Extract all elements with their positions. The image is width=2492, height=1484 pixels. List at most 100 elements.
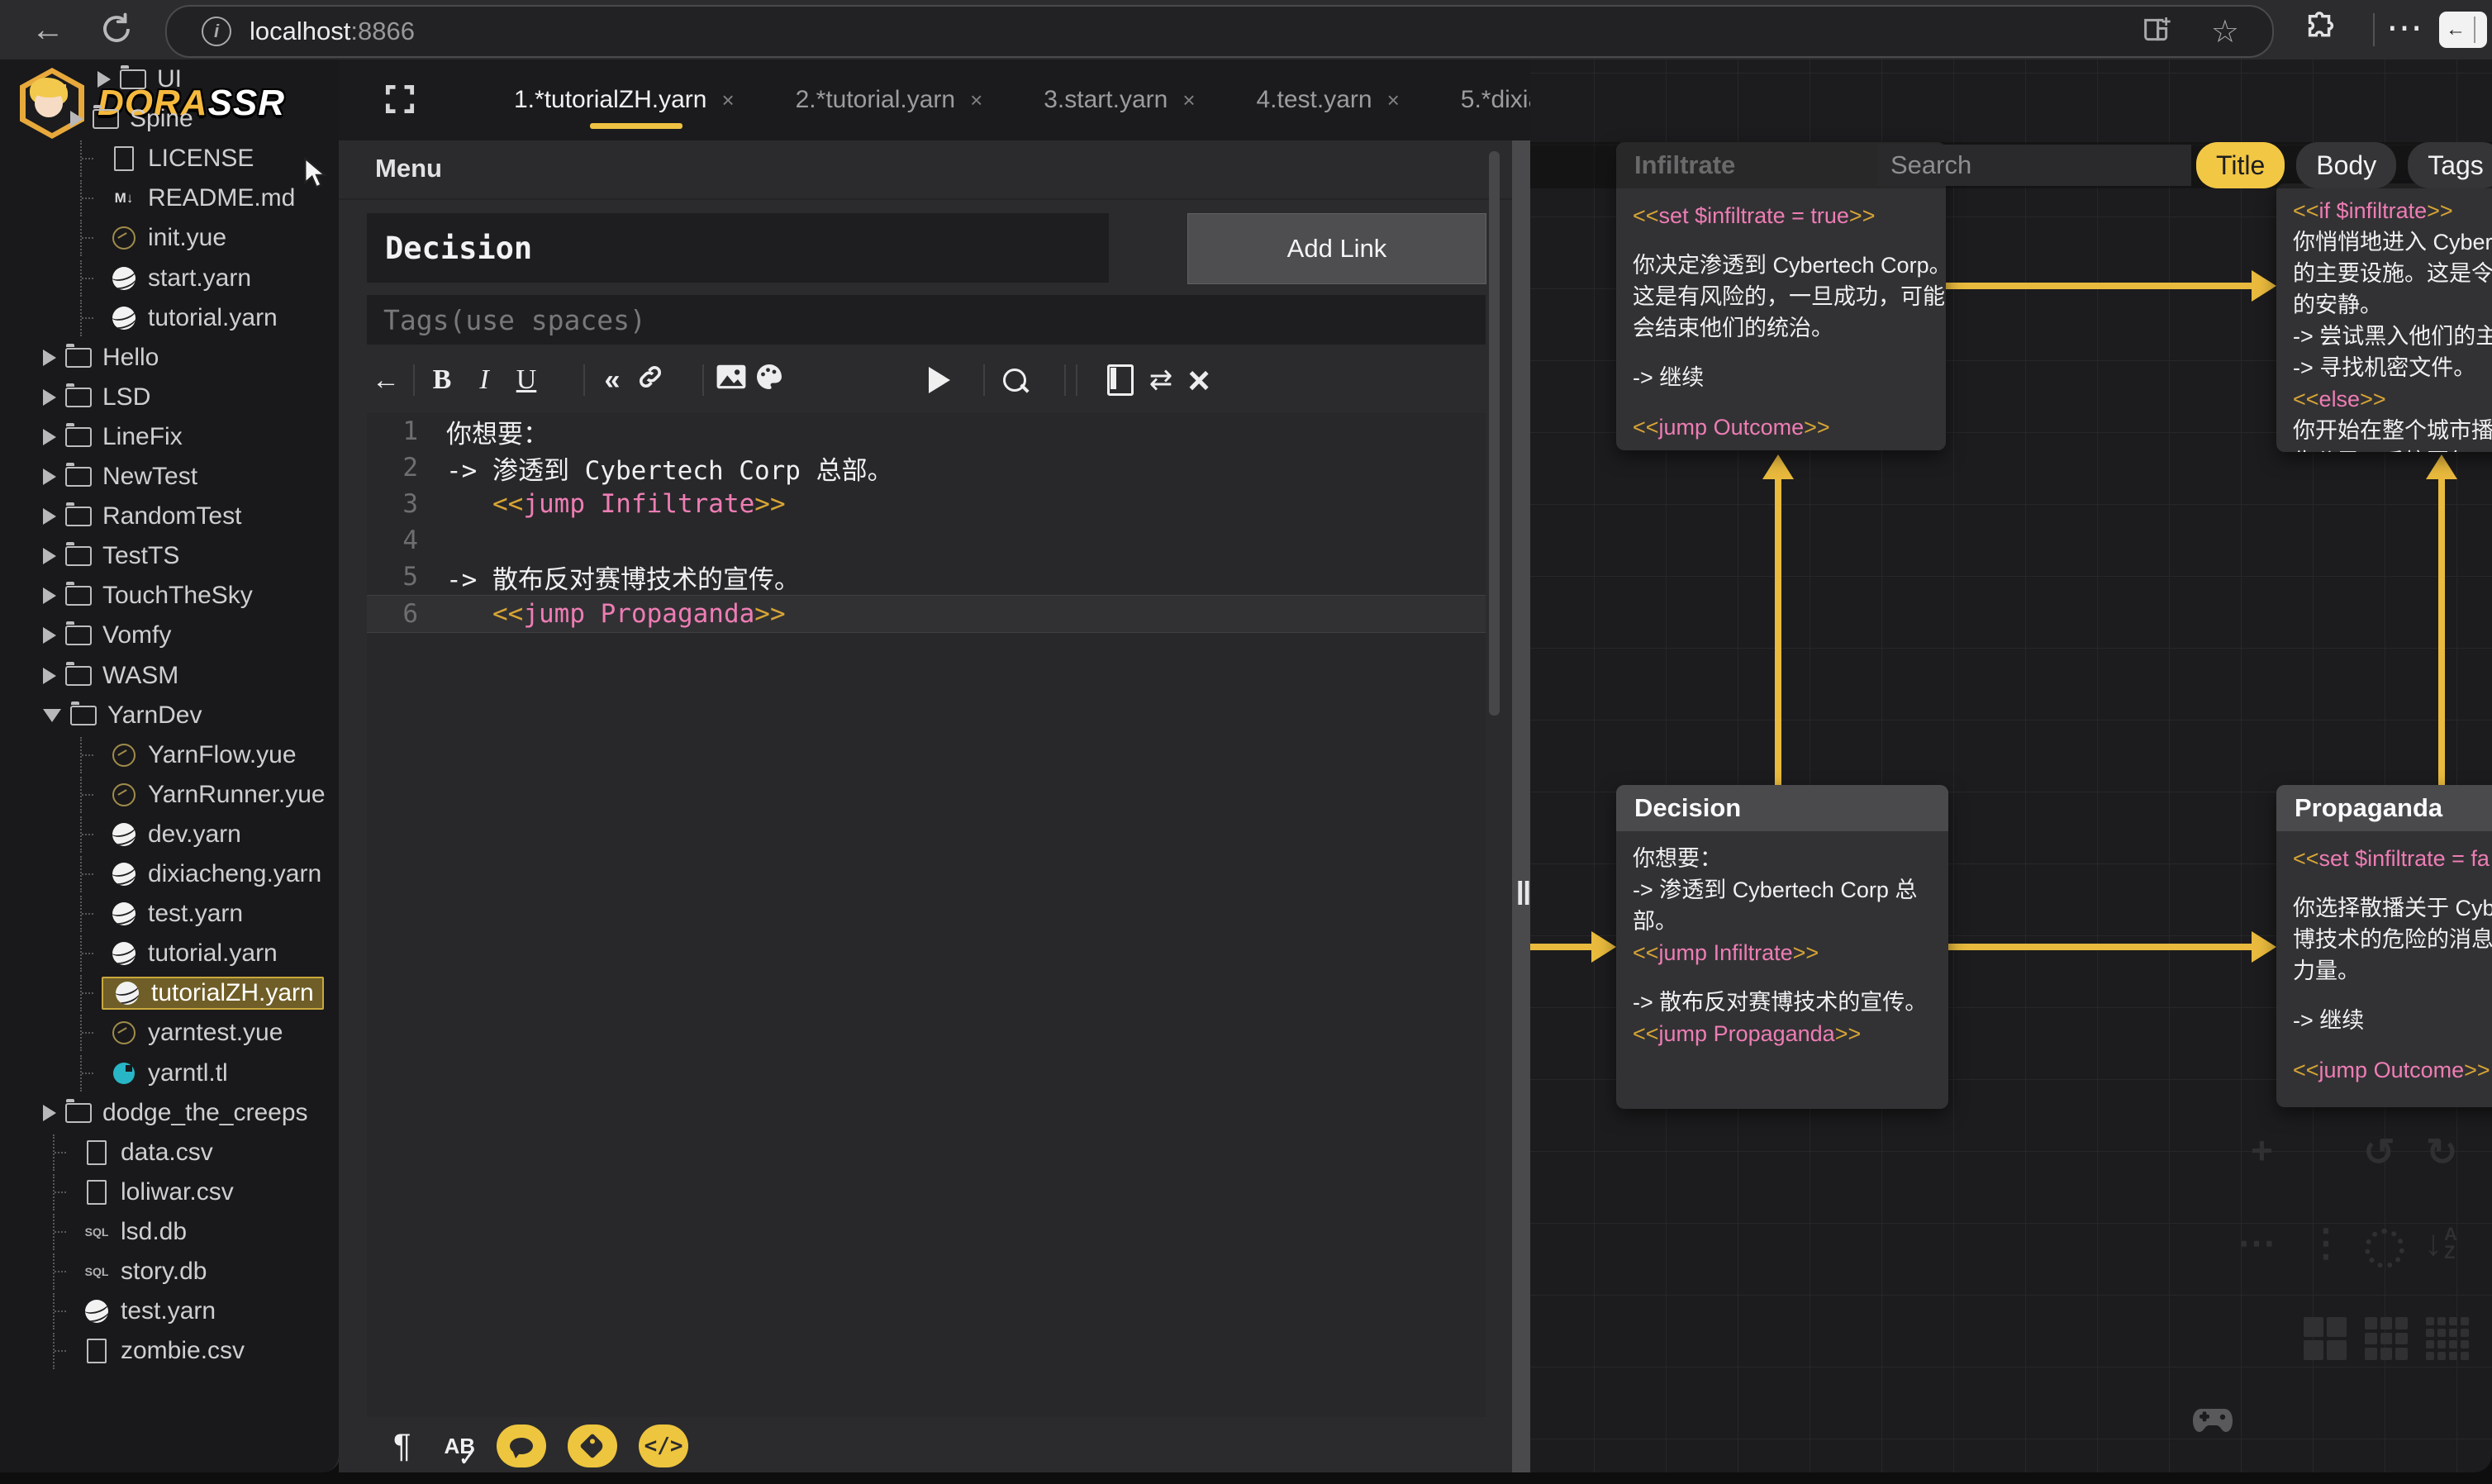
graph-search-input[interactable] [1877,145,2191,186]
code-line-1[interactable]: 1你想要： [367,413,1486,449]
sort-az-icon[interactable]: ↓ AZ [2424,1223,2457,1264]
gamepad-icon[interactable] [2191,1405,2234,1440]
fullscreen-icon[interactable] [382,81,418,121]
browser-menu-icon[interactable]: ⋯ [2386,7,2423,49]
close-node-icon[interactable]: × [1180,358,1218,402]
grid-4-icon[interactable] [2426,1317,2469,1360]
tree-folder-Hello[interactable]: Hello [43,338,159,378]
tree-file-start.yarn[interactable]: start.yarn [80,259,251,298]
tree-file-story.db[interactable]: SQLstory.db [53,1252,207,1291]
tag-button[interactable] [568,1425,617,1467]
tree-folder-TestTS[interactable]: TestTS [43,536,179,576]
editor-scrollbar[interactable] [1489,151,1500,716]
tree-folder-Vomfy[interactable]: Vomfy [43,616,171,655]
browser-sidebar-toggle-icon[interactable]: ← [2439,12,2487,48]
play-icon[interactable] [929,367,950,393]
browser-back-icon[interactable]: ← [30,12,66,49]
tree-file-yarntl.tl[interactable]: yarntl.tl [80,1054,228,1093]
tree-file-data.csv[interactable]: data.csv [53,1133,213,1172]
split-tab-icon[interactable] [2140,13,2173,50]
tree-file-init.yue[interactable]: init.yue [80,218,226,258]
auto-layout-spinner-icon[interactable] [2365,1229,2404,1268]
dialog-bubble-button[interactable] [497,1425,546,1467]
tags-input[interactable] [367,295,1486,345]
tree-file-loliwar.csv[interactable]: loliwar.csv [53,1172,234,1212]
add-link-button[interactable]: Add Link [1187,213,1486,284]
filter-tags-button[interactable]: Tags [2408,142,2492,188]
tab-4.test.yarn[interactable]: 4.test.yarn× [1257,59,1400,140]
graph-node-decision[interactable]: Decision你想要：-> 渗透到 Cybertech Corp 总部。<<j… [1616,785,1948,1109]
tree-folder-RandomTest[interactable]: RandomTest [43,497,241,536]
tree-file-lsd.db[interactable]: SQLlsd.db [53,1212,187,1252]
italic-icon[interactable]: I [461,364,507,396]
bold-icon[interactable]: B [423,364,461,396]
redo-icon[interactable]: ↻ [2426,1130,2458,1174]
pilcrow-icon[interactable]: ¶ [393,1428,411,1465]
url-bar[interactable]: i localhost:8866 ☆ [165,5,2274,58]
browser-reload-icon[interactable] [99,12,134,50]
node-graph-panel[interactable]: Infiltrate<<set $infiltrate = true>>你决定渗… [1530,59,2492,1472]
tree-folder-LSD[interactable]: LSD [43,378,150,417]
tree-file-test.yarn[interactable]: test.yarn [80,894,243,934]
code-line-6[interactable]: 6 <<jump Propaganda>> [367,595,1486,633]
tree-file-zombie.csv[interactable]: zombie.csv [53,1331,245,1371]
add-node-icon[interactable]: + [2251,1128,2273,1172]
graph-node-outcome[interactable]: <<if $infiltrate>>你悄悄地进入 Cybertech的主要设施。… [2276,183,2492,452]
tree-folder-NewTest[interactable]: NewTest [43,457,197,497]
collapse-icon[interactable]: « [593,364,631,397]
search-icon[interactable] [1003,369,1026,392]
site-info-icon[interactable]: i [202,17,231,46]
tree-file-tutorialZH.yarn[interactable]: tutorialZH.yarn [80,973,324,1013]
more-vertical-icon[interactable]: ⋮ [2307,1220,2345,1265]
code-line-5[interactable]: 5-> 散布反对赛博技术的宣传。 [367,559,1486,595]
tree-file-YarnRunner.yue[interactable]: YarnRunner.yue [80,775,326,815]
tree-file-tutorial.yarn[interactable]: tutorial.yarn [80,934,278,973]
panel-splitter[interactable]: ‖ [1512,140,1530,1472]
image-icon[interactable] [712,363,750,398]
tab-3.start.yarn[interactable]: 3.start.yarn× [1044,59,1195,140]
link-icon[interactable] [631,362,669,399]
extensions-puzzle-icon[interactable] [2302,10,2340,52]
grid-3-icon[interactable] [2365,1317,2408,1360]
tree-folder-YarnDev[interactable]: YarnDev [43,696,202,735]
tree-folder-dodge_the_creeps[interactable]: dodge_the_creeps [43,1093,308,1133]
swap-icon[interactable]: ⇄ [1142,364,1180,397]
bookmark-star-icon[interactable]: ☆ [2211,13,2239,50]
tab-close-icon[interactable]: × [721,88,734,113]
tab-2.*tutorial.yarn[interactable]: 2.*tutorial.yarn× [796,59,983,140]
tree-file-test.yarn[interactable]: test.yarn [53,1291,216,1331]
tree-folder-WASM[interactable]: WASM [43,656,178,696]
tree-file-YarnFlow.yue[interactable]: YarnFlow.yue [80,735,297,775]
tab-close-icon[interactable]: × [1182,88,1195,113]
more-horizontal-icon[interactable]: ⋯ [2238,1220,2276,1265]
tree-folder-Spine[interactable]: Spine [70,99,193,139]
tree-folder-UI[interactable]: UI [97,59,182,99]
tree-file-dixiacheng.yarn[interactable]: dixiacheng.yarn [80,854,321,894]
layout-frame-icon[interactable] [1107,364,1134,396]
tab-close-icon[interactable]: × [970,88,982,113]
node-title-input[interactable] [367,213,1109,283]
undo-icon[interactable]: ↺ [2363,1130,2395,1174]
filter-title-button[interactable]: Title [2196,142,2285,188]
tab-close-icon[interactable]: × [1387,88,1400,113]
underline-icon[interactable]: U [507,364,545,396]
tab-1.*tutorialZH.yarn[interactable]: 1.*tutorialZH.yarn× [514,59,735,140]
menu-button[interactable]: Menu [375,154,442,183]
tree-file-tutorial.yarn[interactable]: tutorial.yarn [80,298,278,338]
code-line-2[interactable]: 2-> 渗透到 Cybertech Corp 总部。 [367,449,1486,486]
code-button[interactable]: </> [639,1425,688,1467]
tree-folder-TouchTheSky[interactable]: TouchTheSky [43,576,253,616]
back-arrow-icon[interactable]: ← [367,364,405,397]
tree-file-README.md[interactable]: M↓README.md [80,178,295,218]
tree-file-LICENSE[interactable]: LICENSE [80,139,254,178]
grid-2-icon[interactable] [2304,1317,2347,1360]
code-line-3[interactable]: 3 <<jump Infiltrate>> [367,486,1486,522]
code-editor[interactable]: 1你想要：2-> 渗透到 Cybertech Corp 总部。3 <<jump … [367,413,1486,1417]
tree-folder-LineFix[interactable]: LineFix [43,417,183,457]
filter-body-button[interactable]: Body [2296,142,2396,188]
spellcheck-icon[interactable]: AB✓ [444,1434,475,1459]
tree-file-dev.yarn[interactable]: dev.yarn [80,815,241,854]
graph-node-propaganda[interactable]: Propaganda<<set $infiltrate = fa你选择散播关于 … [2276,785,2492,1107]
tree-file-yarntest.yue[interactable]: yarntest.yue [80,1013,283,1053]
code-line-4[interactable]: 4 [367,522,1486,559]
